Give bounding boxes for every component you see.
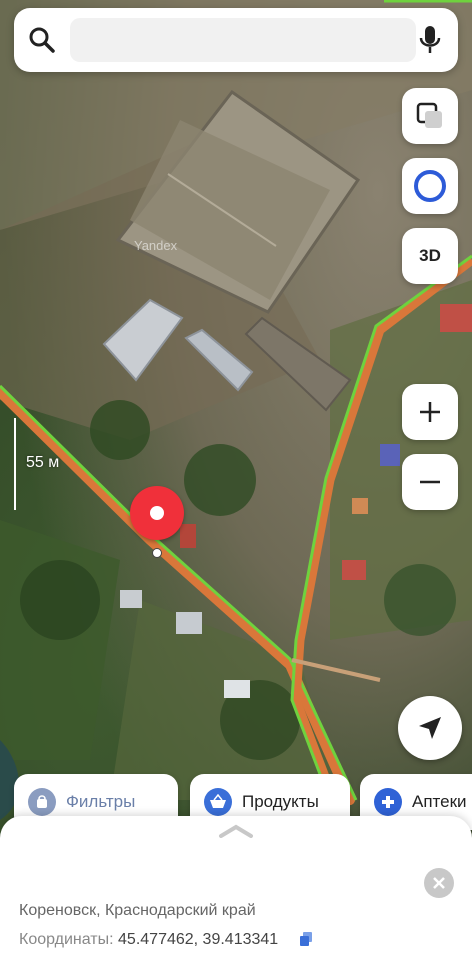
zoom-out-button[interactable] bbox=[402, 454, 458, 510]
chip-label: Фильтры bbox=[66, 792, 136, 811]
location-pin[interactable] bbox=[130, 486, 184, 540]
scale-label: 55 м bbox=[26, 454, 60, 471]
microphone-icon[interactable] bbox=[418, 24, 442, 56]
coordinates-value[interactable]: 45.477462, 39.413341 bbox=[118, 931, 278, 948]
copy-icon[interactable] bbox=[298, 931, 314, 947]
minus-icon bbox=[420, 480, 440, 484]
layers-button[interactable] bbox=[402, 88, 458, 144]
coordinates-label: Координаты: bbox=[19, 931, 114, 948]
shopping-bag-icon bbox=[28, 788, 56, 816]
plus-icon bbox=[420, 402, 440, 422]
chip-label: Продукты bbox=[242, 792, 319, 811]
search-input[interactable] bbox=[70, 18, 416, 62]
3d-toggle-button[interactable]: 3D bbox=[402, 228, 458, 284]
basket-icon bbox=[204, 788, 232, 816]
zoom-in-button[interactable] bbox=[402, 384, 458, 440]
alice-icon bbox=[414, 170, 446, 202]
place-card-sheet[interactable]: Кореновск, Краснодарский край Координаты… bbox=[0, 816, 472, 960]
close-icon bbox=[433, 877, 445, 889]
pin-anchor-dot bbox=[152, 548, 162, 558]
pharmacy-cross-icon bbox=[374, 788, 402, 816]
navigation-arrow-icon bbox=[419, 717, 441, 739]
coordinates-row: Координаты: 45.477462, 39.413341 bbox=[19, 931, 278, 949]
chip-label: Аптеки bbox=[412, 792, 467, 811]
place-address: Кореновск, Краснодарский край bbox=[19, 902, 256, 919]
my-location-button[interactable] bbox=[398, 696, 462, 760]
close-button[interactable] bbox=[424, 868, 454, 898]
search-bar bbox=[14, 8, 458, 72]
layers-icon bbox=[416, 102, 442, 128]
assistant-button[interactable] bbox=[402, 158, 458, 214]
chevron-up-icon[interactable] bbox=[218, 824, 254, 838]
map-watermark: Yandex bbox=[134, 238, 178, 253]
search-icon[interactable] bbox=[28, 26, 56, 54]
scale-bar bbox=[14, 418, 16, 510]
